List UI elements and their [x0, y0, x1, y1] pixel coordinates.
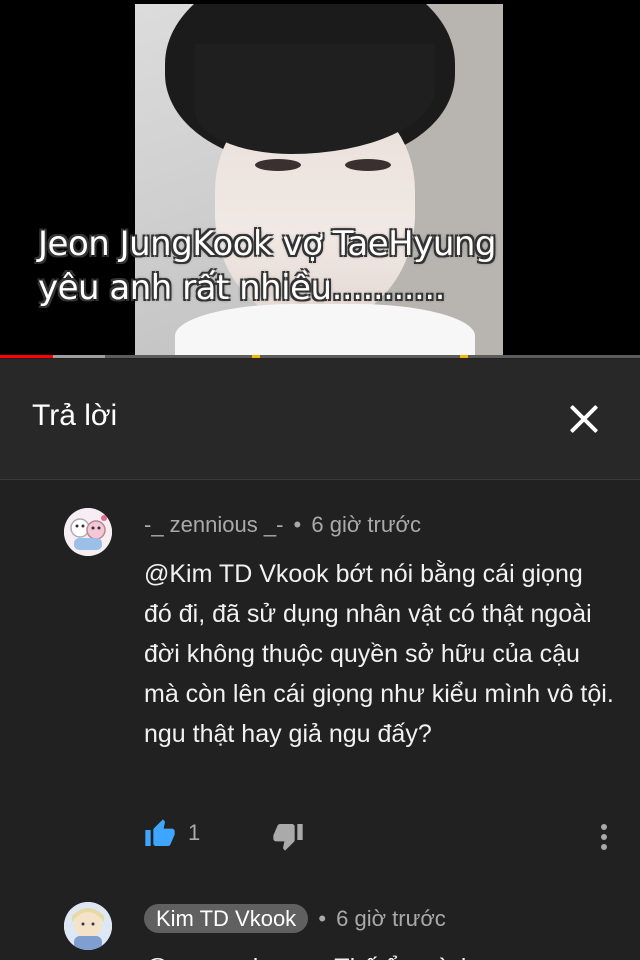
like-icon[interactable] — [144, 818, 176, 850]
comment-time: 6 giờ trước — [336, 906, 446, 931]
meta-separator: • — [318, 906, 327, 931]
comment: -_ zennious _- • 6 giờ trước @Kim TD Vko… — [0, 480, 640, 880]
comment-text: @Kim TD Vkook bớt nói bằng cái giọng đó … — [144, 560, 614, 748]
ad-marker — [252, 355, 260, 358]
video-caption-line-2: yêu anh rất nhiều........... — [38, 268, 445, 308]
progress-buffered — [53, 355, 105, 358]
replies-title: Trả lời — [32, 399, 118, 432]
comment-text: @-_ zennious _- Thế ổn mình — [144, 948, 614, 960]
comment-time: 6 giờ trước — [311, 512, 421, 537]
video-caption: Jeon JungKook vợ TaeHyung yêu anh rất nh… — [38, 222, 497, 310]
like-count: 1 — [188, 820, 201, 845]
ad-marker — [460, 355, 468, 358]
video-progress-bar[interactable] — [0, 355, 640, 358]
dislike-icon[interactable] — [272, 820, 304, 852]
replies-header: Trả lời — [0, 359, 640, 480]
close-icon[interactable] — [562, 397, 606, 441]
avatar[interactable] — [64, 508, 112, 556]
comment-meta: -_ zennious _- • 6 giờ trước — [144, 512, 421, 538]
avatar[interactable] — [64, 902, 112, 950]
comment-meta: Kim TD Vkook • 6 giờ trước — [144, 904, 446, 933]
meta-separator: • — [293, 512, 302, 537]
progress-played — [0, 355, 54, 358]
comment: Kim TD Vkook • 6 giờ trước @-_ zennious … — [0, 880, 640, 960]
video-player[interactable]: Jeon JungKook vợ TaeHyung yêu anh rất nh… — [0, 0, 640, 358]
comment-author-chip[interactable]: Kim TD Vkook — [144, 904, 309, 933]
more-options-icon[interactable] — [596, 824, 612, 854]
comment-author[interactable]: -_ zennious _- — [144, 512, 283, 537]
video-caption-line-1: Jeon JungKook vợ TaeHyung — [38, 224, 497, 264]
